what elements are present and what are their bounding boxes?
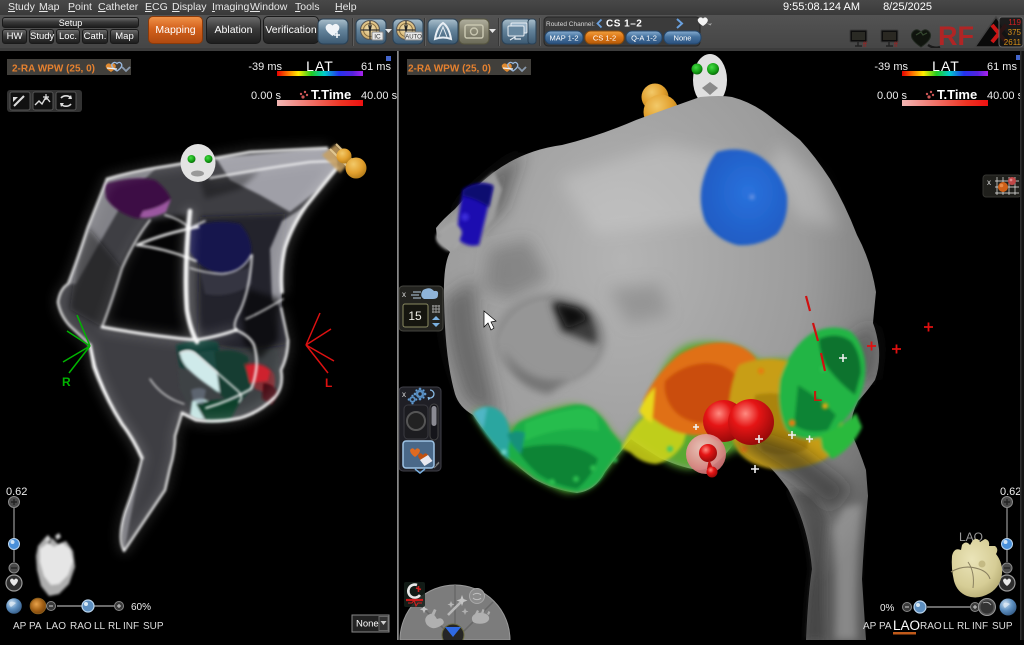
svg-text:IC: IC bbox=[374, 34, 381, 41]
svg-text:0.62: 0.62 bbox=[1000, 486, 1021, 498]
svg-text:40.00 s: 40.00 s bbox=[987, 90, 1024, 102]
svg-text:LL: LL bbox=[943, 621, 955, 632]
svg-text:INF: INF bbox=[972, 621, 988, 632]
svg-text:LAO: LAO bbox=[46, 621, 66, 632]
svg-text:AUTO: AUTO bbox=[405, 35, 422, 41]
svg-text:0.62: 0.62 bbox=[6, 486, 27, 498]
svg-text:None: None bbox=[356, 619, 379, 630]
svg-text:SUP: SUP bbox=[143, 621, 164, 632]
svg-text:None: None bbox=[674, 34, 692, 43]
svg-text:L: L bbox=[325, 376, 332, 390]
svg-text:T.Time: T.Time bbox=[937, 87, 977, 102]
svg-text:x: x bbox=[402, 390, 406, 399]
svg-text:RL: RL bbox=[108, 621, 121, 632]
svg-text:15: 15 bbox=[408, 309, 422, 323]
svg-text:CS 1-2: CS 1-2 bbox=[593, 34, 616, 43]
svg-text:LL: LL bbox=[94, 621, 106, 632]
svg-text:L: L bbox=[813, 388, 822, 405]
svg-text:2-RA WPW (25, 0): 2-RA WPW (25, 0) bbox=[12, 64, 95, 75]
svg-text:PA: PA bbox=[29, 621, 42, 632]
svg-text:61 ms: 61 ms bbox=[987, 61, 1017, 73]
svg-text:RF: RF bbox=[938, 21, 974, 49]
svg-text:CS 1–2: CS 1–2 bbox=[606, 19, 642, 30]
svg-text:0%: 0% bbox=[880, 603, 895, 614]
svg-text:RL: RL bbox=[957, 621, 970, 632]
svg-text:40.00 s: 40.00 s bbox=[361, 90, 397, 102]
svg-text:PA: PA bbox=[879, 621, 892, 632]
svg-text:R: R bbox=[62, 375, 71, 389]
svg-text:INF: INF bbox=[123, 621, 139, 632]
svg-text:119: 119 bbox=[1008, 18, 1021, 27]
svg-text:2-RA WPW (25, 0): 2-RA WPW (25, 0) bbox=[408, 64, 491, 75]
svg-text:61 ms: 61 ms bbox=[361, 61, 391, 73]
svg-text:T.Time: T.Time bbox=[311, 87, 351, 102]
svg-text:RAO: RAO bbox=[920, 621, 942, 632]
svg-text:LAO: LAO bbox=[893, 618, 920, 633]
svg-text:MAP 1-2: MAP 1-2 bbox=[549, 34, 578, 43]
svg-text:0.00 s: 0.00 s bbox=[251, 90, 281, 102]
svg-text:RAO: RAO bbox=[70, 621, 92, 632]
svg-text:2611: 2611 bbox=[1004, 38, 1022, 47]
svg-text:Routed Channel:: Routed Channel: bbox=[546, 21, 595, 28]
svg-text:AP: AP bbox=[863, 621, 877, 632]
svg-text:x: x bbox=[402, 290, 406, 299]
svg-text:SUP: SUP bbox=[992, 621, 1013, 632]
svg-text:x: x bbox=[987, 178, 991, 187]
svg-text:Q-A 1-2: Q-A 1-2 bbox=[631, 34, 657, 43]
svg-text:AP: AP bbox=[13, 621, 27, 632]
svg-text:375: 375 bbox=[1008, 28, 1022, 37]
svg-text:60%: 60% bbox=[131, 602, 151, 613]
